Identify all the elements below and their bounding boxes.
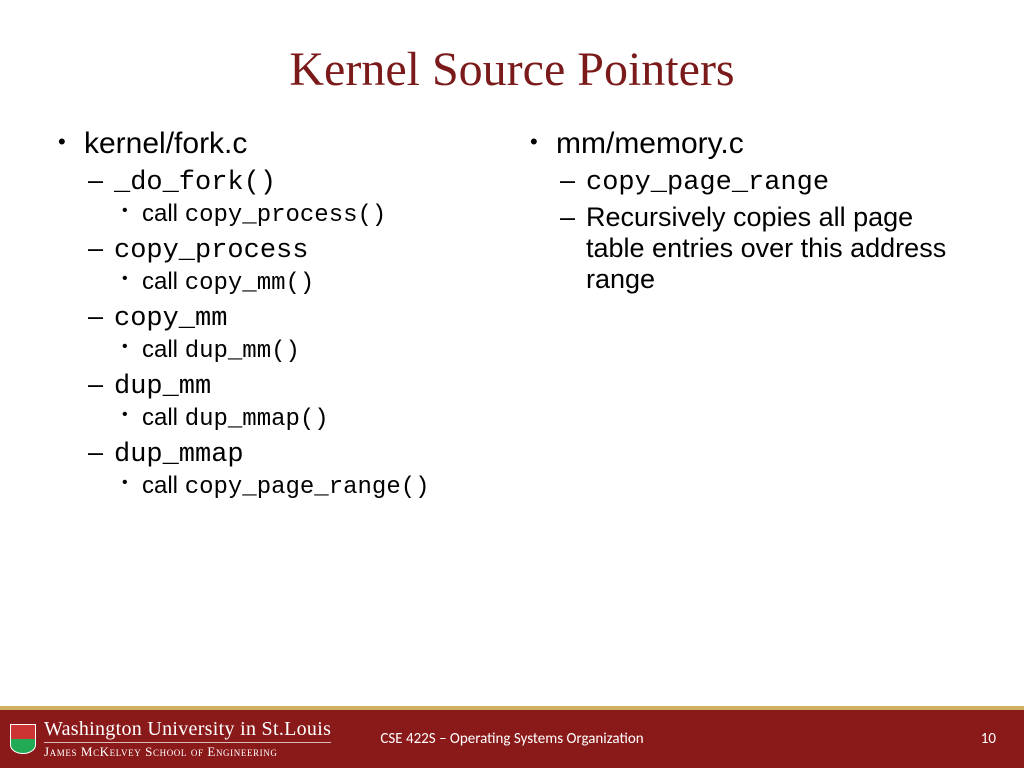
fn-name: copy_page_range [586, 168, 829, 198]
list-item: _do_fork() call copy_process() [84, 165, 502, 229]
page-number: 10 [981, 730, 996, 748]
call-fn: dup_mm() [185, 338, 300, 365]
list-item: copy_mm call dup_mm() [84, 301, 502, 365]
list-item: copy_page_range [556, 165, 974, 198]
fn-name: copy_mm [114, 304, 227, 334]
left-heading: kernel/fork.c _do_fork() call copy_proce… [58, 127, 502, 501]
course-label: CSE 422S – Operating Systems Organizatio… [0, 730, 1024, 748]
slide-body: kernel/fork.c _do_fork() call copy_proce… [0, 97, 1024, 507]
list-item: dup_mmap call copy_page_range() [84, 437, 502, 501]
call-prefix: call [142, 404, 185, 431]
right-column: mm/memory.c copy_page_range Recursively … [522, 127, 974, 507]
call-prefix: call [142, 336, 185, 363]
list-item: copy_process call copy_mm() [84, 233, 502, 297]
right-heading: mm/memory.c copy_page_range Recursively … [530, 127, 974, 295]
call-fn: copy_mm() [185, 270, 315, 297]
call-prefix: call [142, 472, 185, 499]
right-heading-text: mm/memory.c [556, 127, 744, 160]
list-item: dup_mm call dup_mmap() [84, 369, 502, 433]
left-heading-text: kernel/fork.c [84, 127, 247, 160]
call-fn: copy_process() [185, 202, 387, 229]
fn-name: copy_process [114, 236, 308, 266]
fn-name: dup_mmap [114, 440, 244, 470]
description-text: Recursively copies all page table entrie… [586, 202, 946, 294]
list-item: call copy_page_range() [114, 472, 502, 501]
list-item: Recursively copies all page table entrie… [556, 202, 974, 295]
slide: Kernel Source Pointers kernel/fork.c _do… [0, 0, 1024, 768]
slide-title: Kernel Source Pointers [0, 0, 1024, 97]
call-fn: dup_mmap() [185, 406, 329, 433]
fn-name: dup_mm [114, 372, 211, 402]
list-item: call dup_mmap() [114, 404, 502, 433]
list-item: call copy_process() [114, 200, 502, 229]
left-column: kernel/fork.c _do_fork() call copy_proce… [58, 127, 502, 507]
call-fn: copy_page_range() [185, 474, 430, 501]
call-prefix: call [142, 200, 185, 227]
call-prefix: call [142, 268, 185, 295]
fn-name: _do_fork() [114, 168, 276, 198]
list-item: call dup_mm() [114, 336, 502, 365]
list-item: call copy_mm() [114, 268, 502, 297]
footer: Washington University in St.Louis James … [0, 710, 1024, 768]
